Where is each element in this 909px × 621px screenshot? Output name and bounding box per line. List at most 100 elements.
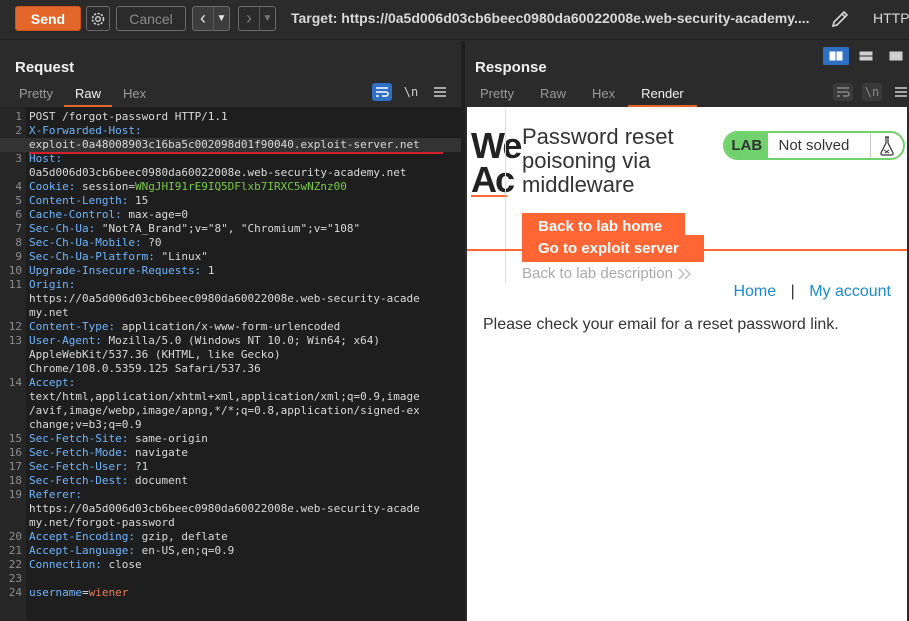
code-line[interactable]: 20 Accept-Encoding: gzip, deflate [0,530,461,544]
code-text: Accept: [29,376,75,390]
settings-button[interactable] [86,6,110,31]
layout-single-button[interactable] [883,47,909,65]
code-line[interactable]: 23 [0,572,461,586]
code-line[interactable]: 17 Sec-Fetch-User: ?1 [0,460,461,474]
wrap-lines-button[interactable] [833,83,853,101]
code-text: Cache-Control: max-age=0 [29,208,188,222]
menu-button[interactable] [891,83,909,101]
code-text: my.net/forgot-password [29,516,175,530]
code-line[interactable]: 9 Sec-Ch-Ua-Platform: "Linux" [0,250,461,264]
code-line[interactable]: 11 Origin: [0,278,461,292]
header-value: 0a5d006d03cb6beec0980da60022008e.web-sec… [29,166,407,179]
reset-message: Please check your email for a reset pass… [483,316,839,333]
header-name: username [29,586,82,599]
tab-raw[interactable]: Raw [527,85,579,107]
tab-hex[interactable]: Hex [579,85,628,107]
code-line[interactable]: 1 POST /forgot-password HTTP/1.1 [0,110,461,124]
cancel-button[interactable]: Cancel [116,6,186,31]
code-text: Sec-Ch-Ua-Mobile: ?0 [29,236,161,250]
code-line[interactable]: 0a5d006d03cb6beec0980da60022008e.web-sec… [0,166,461,180]
history-back-group[interactable]: ‹ ▼ [192,6,230,31]
code-line[interactable]: change;v=b3;q=0.9 [0,418,461,432]
tab-render[interactable]: Render [628,85,697,107]
code-line[interactable]: /avif,image/webp,image/apng,*/*;q=0.8,ap… [0,404,461,418]
header-value: my.net [29,306,69,319]
code-line[interactable]: my.net [0,306,461,320]
code-line[interactable]: 13 User-Agent: Mozilla/5.0 (Windows NT 10… [0,334,461,348]
chevron-down-icon[interactable]: ▼ [213,7,229,30]
code-text: Sec-Fetch-User: ?1 [29,460,148,474]
nav-my-account-link[interactable]: My account [809,283,891,300]
header-name: Origin: [29,278,76,291]
tab-hex[interactable]: Hex [112,85,157,107]
request-editor[interactable]: 1 POST /forgot-password HTTP/1.1 2 X-Forwar… [0,107,461,621]
code-text: POST /forgot-password HTTP/1.1 [29,110,228,124]
history-forward-group[interactable]: › ▼ [238,6,276,31]
tab-raw[interactable]: Raw [63,85,112,107]
layout-stacked-button[interactable] [853,47,879,65]
code-line[interactable]: 21 Accept-Language: en-US,en;q=0.9 [0,544,461,558]
header-value: 1 [207,264,215,277]
layout-side-by-side-button[interactable] [823,47,849,65]
response-title: Response [475,59,547,76]
code-line[interactable]: my.net/forgot-password [0,516,461,530]
code-line[interactable]: 15 Sec-Fetch-Site: same-origin [0,432,461,446]
line-number: 13 [8,334,22,347]
http-version-label[interactable]: HTTP/ [873,10,909,26]
go-to-exploit-server-button[interactable]: Go to exploit server [522,235,704,262]
code-text: https://0a5d006d03cb6beec0980da60022008e… [29,502,420,516]
code-line[interactable]: 8 Sec-Ch-Ua-Mobile: ?0 [0,236,461,250]
header-value: my.net/forgot-password [29,516,175,529]
code-line[interactable]: 6 Cache-Control: max-age=0 [0,208,461,222]
send-button[interactable]: Send [15,6,81,31]
header-value: "Linux" [161,250,208,263]
code-line[interactable]: 5 Content-Length: 15 [0,194,461,208]
code-line[interactable]: AppleWebKit/537.36 (KHTML, like Gecko) [0,348,461,362]
tab-pretty[interactable]: Pretty [467,85,527,107]
chevron-down-icon[interactable]: ▼ [259,7,275,30]
code-line[interactable]: 12 Content-Type: application/x-www-form-u… [0,320,461,334]
code-line[interactable]: 3 Host: [0,152,461,166]
chevron-right-icon[interactable]: › [239,7,259,30]
code-line[interactable]: 2 X-Forwarded-Host: [0,124,461,138]
code-line[interactable]: 7 Sec-Ch-Ua: "Not?A_Brand";v="8", "Chromi… [0,222,461,236]
code-line[interactable]: text/html,application/xhtml+xml,applicat… [0,390,461,404]
code-line[interactable]: 18 Sec-Fetch-Dest: document [0,474,461,488]
academy-logo: We Ac [471,128,522,198]
code-line[interactable]: https://0a5d006d03cb6beec0980da60022008e… [0,292,461,306]
nav-home-link[interactable]: Home [733,283,776,300]
tab-pretty[interactable]: Pretty [8,85,64,107]
code-text: User-Agent: Mozilla/5.0 (Windows NT 10.0… [29,334,380,348]
code-line[interactable]: 4 Cookie: session=WNgJHI91rE9IQ5DFlxb7IRX… [0,180,461,194]
menu-button[interactable] [430,83,450,101]
newline-toggle[interactable]: \n [862,83,882,101]
toolbar: Send Cancel ‹ ▼ › ▼ Target: https://0a5d… [0,0,909,40]
code-text: 0a5d006d03cb6beec0980da60022008e.web-sec… [29,166,407,180]
code-text: Upgrade-Insecure-Requests: 1 [29,264,214,278]
header-value: = [128,180,135,193]
header-divider [505,109,506,283]
logo-underline [471,195,507,197]
wrap-lines-button[interactable] [372,83,392,101]
edit-target-button[interactable] [829,8,851,30]
code-line[interactable]: exploit-0a48008903c16ba5c002098d01f90040… [0,138,461,152]
newline-toggle[interactable]: \n [401,83,421,101]
code-line[interactable]: 14 Accept: [0,376,461,390]
header-value: en-US,en;q=0.9 [141,544,235,557]
wrap-icon [376,87,389,97]
code-line[interactable]: https://0a5d006d03cb6beec0980da60022008e… [0,502,461,516]
line-number: 17 [8,460,22,473]
code-line[interactable]: 16 Sec-Fetch-Mode: navigate [0,446,461,460]
code-text: Sec-Fetch-Site: same-origin [29,432,208,446]
code-line[interactable]: 24 username=wiener [0,586,461,600]
back-to-lab-description-link[interactable]: Back to lab description [522,265,693,282]
code-line[interactable]: 10 Upgrade-Insecure-Requests: 1 [0,264,461,278]
chevron-left-icon[interactable]: ‹ [193,7,213,30]
gear-icon [91,12,105,25]
code-line[interactable]: Chrome/108.0.5359.125 Safari/537.36 [0,362,461,376]
request-tabs: Pretty Raw Hex [8,85,157,107]
code-line[interactable]: 22 Connection: close [0,558,461,572]
code-text: Cookie: session=WNgJHI91rE9IQ5DFlxb7IRXC… [29,180,347,194]
header-name: Accept-Encoding: [29,530,142,543]
code-line[interactable]: 19 Referer: [0,488,461,502]
